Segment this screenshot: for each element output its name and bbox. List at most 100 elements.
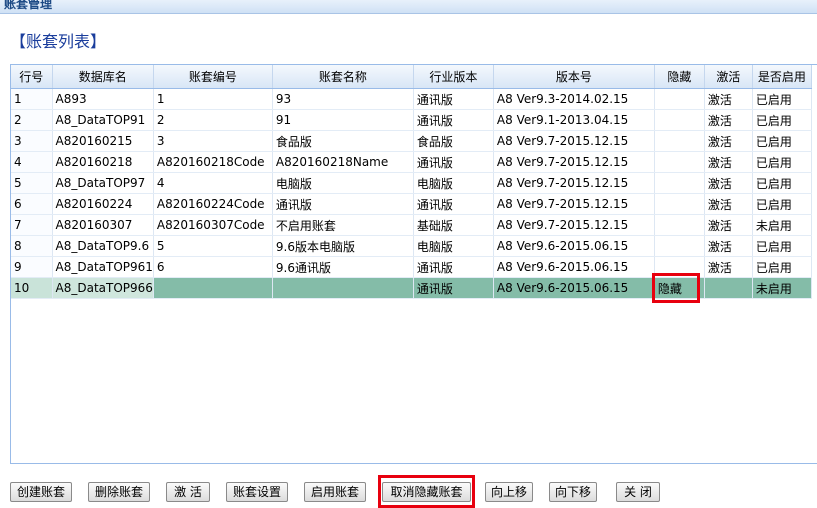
cell-name: A820160218Name (272, 151, 414, 173)
cell-activate: 激活 (704, 235, 753, 257)
cell-row-no: 4 (11, 151, 53, 173)
cell-hidden: 隐藏 (654, 277, 705, 299)
column-header-hidden[interactable]: 隐藏 (654, 65, 705, 89)
cell-code: 1 (153, 88, 273, 110)
cell-row-no: 5 (11, 172, 53, 194)
enable-account-button[interactable]: 启用账套 (304, 482, 366, 502)
cell-industry: 通讯版 (413, 151, 494, 173)
cell-activate: 激活 (704, 214, 753, 236)
cell-version: A8 Ver9.7-2015.12.15 (493, 130, 655, 152)
move-up-button[interactable]: 向上移 (485, 482, 533, 502)
cell-enabled: 未启用 (752, 214, 812, 236)
cell-row-no: 9 (11, 256, 53, 278)
account-set-grid[interactable]: 行号 数据库名 账套编号 账套名称 行业版本 版本号 隐藏 激活 是否启用 1A… (10, 64, 817, 464)
cell-activate: 激活 (704, 172, 753, 194)
cell-version: A8 Ver9.6-2015.06.15 (493, 235, 655, 257)
cell-industry: 食品版 (413, 130, 494, 152)
table-row[interactable]: 4 A820160218 A820160218Code A820160218Name 通… (11, 151, 812, 173)
column-header-activate[interactable]: 激活 (704, 65, 753, 89)
activate-button[interactable]: 激 活 (166, 482, 210, 502)
cell-code: A820160218Code (153, 151, 273, 173)
cell-version: A8 Ver9.3-2014.02.15 (493, 88, 655, 110)
cell-name: 通讯版 (272, 193, 414, 215)
cell-hidden (654, 130, 705, 152)
cell-db-name: A8_DataTOP91 (52, 109, 154, 131)
table-row[interactable]: 3 A820160215 3 食品版 食品版 A8 Ver9.7-2015.12.15 激活… (11, 130, 812, 152)
cell-db-name: A820160218 (52, 151, 154, 173)
cell-version: A8 Ver9.7-2015.12.15 (493, 214, 655, 236)
cell-code: 3 (153, 130, 273, 152)
cell-row-no: 2 (11, 109, 53, 131)
cell-industry: 电脑版 (413, 235, 494, 257)
cell-row-no: 3 (11, 130, 53, 152)
table-row[interactable]: 7 A820160307 A820160307Code 不启用账套 基础版 A8 Ver9… (11, 214, 812, 236)
cell-activate: 激活 (704, 193, 753, 215)
cell-version: A8 Ver9.6-2015.06.15 (493, 256, 655, 278)
window-titlebar: 账套管理 (0, 0, 817, 14)
cell-version: A8 Ver9.6-2015.06.15 (493, 277, 655, 299)
unhide-account-button[interactable]: 取消隐藏账套 (382, 482, 471, 502)
table-row[interactable]: 10 A8_DataTOP966 通讯版 A8 Ver9.6-2015.06.15 隐藏… (11, 277, 812, 299)
cell-name (272, 277, 414, 299)
cell-name: 食品版 (272, 130, 414, 152)
table-row[interactable]: 5 A8_DataTOP97 4 电脑版 电脑版 A8 Ver9.7-2015.12.15… (11, 172, 812, 194)
cell-hidden (654, 172, 705, 194)
cell-hidden (654, 193, 705, 215)
cell-hidden (654, 109, 705, 131)
move-down-button[interactable]: 向下移 (549, 482, 597, 502)
cell-name: 9.6通讯版 (272, 256, 414, 278)
create-account-button[interactable]: 创建账套 (10, 482, 72, 502)
cell-hidden (654, 214, 705, 236)
cell-industry: 基础版 (413, 214, 494, 236)
cell-name: 电脑版 (272, 172, 414, 194)
cell-industry: 通讯版 (413, 109, 494, 131)
cell-enabled: 已启用 (752, 151, 812, 173)
cell-name: 9.6版本电脑版 (272, 235, 414, 257)
cell-db-name: A8_DataTOP97 (52, 172, 154, 194)
cell-db-name: A8_DataTOP961 (52, 256, 154, 278)
cell-code: 5 (153, 235, 273, 257)
table-row[interactable]: 9 A8_DataTOP961 6 9.6通讯版 通讯版 A8 Ver9.6-2015.0… (11, 256, 812, 278)
cell-db-name: A8_DataTOP966 (52, 277, 154, 299)
cell-hidden (654, 256, 705, 278)
cell-version: A8 Ver9.7-2015.12.15 (493, 193, 655, 215)
table-row[interactable]: 2 A8_DataTOP91 2 91 通讯版 A8 Ver9.1-2013.04.15 激… (11, 109, 812, 131)
cell-row-no: 10 (11, 277, 53, 299)
column-header-code[interactable]: 账套编号 (153, 65, 273, 89)
cell-db-name: A820160224 (52, 193, 154, 215)
delete-account-button[interactable]: 删除账套 (88, 482, 150, 502)
cell-version: A8 Ver9.7-2015.12.15 (493, 172, 655, 194)
cell-hidden (654, 151, 705, 173)
cell-row-no: 8 (11, 235, 53, 257)
cell-industry: 通讯版 (413, 193, 494, 215)
cell-enabled: 已启用 (752, 256, 812, 278)
cell-db-name: A893 (52, 88, 154, 110)
table-header-row: 行号 数据库名 账套编号 账套名称 行业版本 版本号 隐藏 激活 是否启用 (11, 65, 812, 89)
table-row[interactable]: 1 A893 1 93 通讯版 A8 Ver9.3-2014.02.15 激活 已启用 (11, 88, 812, 110)
cell-version: A8 Ver9.7-2015.12.15 (493, 151, 655, 173)
cell-version: A8 Ver9.1-2013.04.15 (493, 109, 655, 131)
close-button[interactable]: 关 闭 (616, 482, 660, 502)
cell-industry: 通讯版 (413, 256, 494, 278)
cell-name: 91 (272, 109, 414, 131)
column-header-db-name[interactable]: 数据库名 (52, 65, 154, 89)
column-header-industry[interactable]: 行业版本 (413, 65, 494, 89)
account-set-table: 行号 数据库名 账套编号 账套名称 行业版本 版本号 隐藏 激活 是否启用 1A… (11, 65, 812, 299)
cell-code: A820160224Code (153, 193, 273, 215)
cell-industry: 通讯版 (413, 277, 494, 299)
table-row[interactable]: 6 A820160224 A820160224Code 通讯版 通讯版 A8 Ver9.7… (11, 193, 812, 215)
account-settings-button[interactable]: 账套设置 (226, 482, 288, 502)
column-header-name[interactable]: 账套名称 (272, 65, 414, 89)
cell-activate (704, 277, 753, 299)
column-header-row-no[interactable]: 行号 (11, 65, 53, 89)
cell-code: 2 (153, 109, 273, 131)
column-header-enabled[interactable]: 是否启用 (752, 65, 812, 89)
cell-hidden (654, 88, 705, 110)
cell-db-name: A820160307 (52, 214, 154, 236)
column-header-version[interactable]: 版本号 (493, 65, 655, 89)
cell-enabled: 已启用 (752, 172, 812, 194)
table-row[interactable]: 8 A8_DataTOP9.6 5 9.6版本电脑版 电脑版 A8 Ver9.6-2015… (11, 235, 812, 257)
cell-db-name: A820160215 (52, 130, 154, 152)
section-title: 【账套列表】 (10, 32, 107, 51)
cell-activate: 激活 (704, 256, 753, 278)
